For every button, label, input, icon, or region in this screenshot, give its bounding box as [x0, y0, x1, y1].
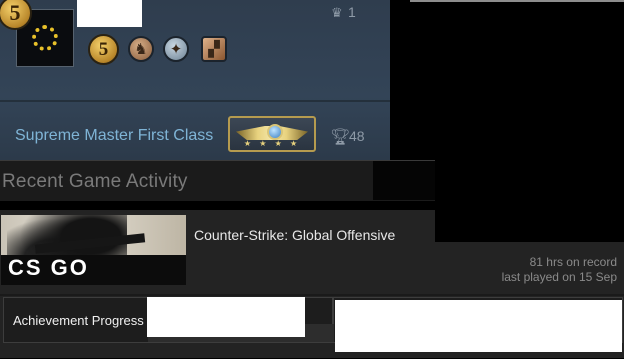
csgo-logo: CS GO — [8, 255, 89, 280]
activity-header-gap — [373, 161, 435, 200]
map-badge-icon[interactable]: ▞ — [201, 36, 227, 62]
game-name-link[interactable]: Counter-Strike: Global Offensive — [194, 227, 395, 243]
crown-count: 1 — [348, 4, 356, 20]
redacted-name-block — [77, 0, 142, 27]
redacted-achievement-block — [147, 297, 305, 337]
achievement-progress-label: Achievement Progress — [13, 313, 144, 328]
rank-emblem-icon[interactable]: ★ ★ ★ ★ — [228, 116, 316, 152]
game-capsule-image[interactable]: CS GO — [1, 215, 186, 285]
game-panel-gap — [435, 210, 624, 242]
game-panel-separator — [0, 294, 624, 296]
level-corner-number: 5 — [9, 0, 21, 25]
rank-gem-icon — [267, 124, 283, 140]
last-played-date: last played on 15 Sep — [501, 270, 617, 284]
top-right-divider — [410, 0, 624, 2]
trophy-icon: 🏆︎ — [330, 129, 351, 146]
redacted-right-block — [335, 300, 622, 352]
level-coin-number: 5 — [98, 39, 109, 60]
card-divider — [0, 100, 390, 102]
avatar-ring-icon — [32, 25, 58, 51]
hours-on-record: 81 hrs on record — [529, 255, 617, 269]
trophy-count: 48 — [349, 128, 365, 144]
level-coin-icon[interactable]: 5 — [88, 34, 119, 65]
crown-icon: ♛ — [331, 5, 343, 20]
soldier-medal-badge-icon[interactable]: ✦ — [163, 36, 189, 62]
rank-stars-icon: ★ ★ ★ ★ — [243, 139, 301, 148]
chess-knight-badge-icon[interactable]: ♞ — [128, 36, 154, 62]
rank-name: Supreme Master First Class — [15, 127, 214, 144]
activity-title: Recent Game Activity — [2, 171, 188, 192]
